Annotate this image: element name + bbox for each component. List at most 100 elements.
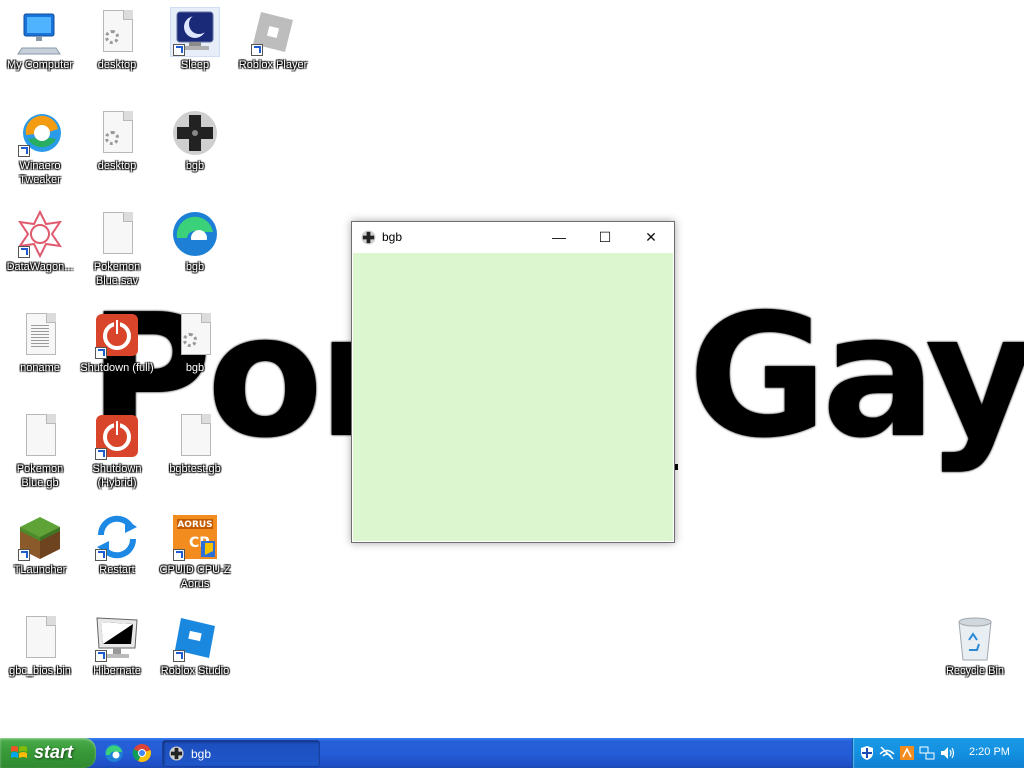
gamepad-dpad-icon (171, 109, 219, 157)
desktop-icon-desktop-ini-1[interactable]: desktop (77, 2, 157, 72)
icon-label: desktop (97, 59, 137, 71)
desktop-icon-roblox-studio[interactable]: Roblox Studio (155, 608, 235, 678)
gamepad-dpad-icon (169, 746, 184, 761)
shortcut-arrow-icon (95, 347, 107, 359)
icon-label: Shutdown (full) (80, 362, 154, 374)
shortcut-arrow-icon (173, 44, 185, 56)
desktop-icon-restart[interactable]: Restart (77, 507, 157, 577)
desktop-icon-bgb[interactable]: bgb (155, 103, 235, 173)
icon-label: CPUID CPU-Z Aorus (159, 564, 231, 590)
shortcut-arrow-icon (173, 650, 185, 662)
desktop-icon-pokemon-blue-gb[interactable]: Pokemon Blue.gb (0, 406, 80, 490)
shortcut-arrow-icon (18, 145, 30, 157)
emulator-screen[interactable] (353, 253, 673, 541)
desktop-icon-edge-bgb[interactable]: bgb (155, 204, 235, 274)
icon-label: Winaero Tweaker (19, 160, 61, 186)
window-title: bgb (382, 230, 403, 244)
star-badge-icon (16, 209, 64, 259)
svg-text:AORUS: AORUS (177, 520, 212, 530)
security-shield-icon[interactable] (859, 745, 875, 761)
shortcut-arrow-icon (251, 44, 263, 56)
taskbar-button-bgb[interactable]: bgb (162, 740, 320, 767)
icon-label: Shutdown (Hybrid) (92, 463, 142, 489)
chrome-browser-icon[interactable] (132, 743, 152, 763)
desktop-icon-bgb-config[interactable]: bgb (155, 305, 235, 375)
desktop-icon-sleep[interactable]: Sleep (155, 2, 235, 72)
desktop-icon-pokemon-blue-sav[interactable]: Pokemon Blue.sav (77, 204, 157, 288)
volume-icon[interactable] (939, 745, 955, 761)
desktop-icon-datawagon[interactable]: DataWagon... (0, 204, 80, 274)
computer-icon (16, 8, 64, 56)
edge-browser-icon (171, 210, 219, 258)
app-tray-icon[interactable] (899, 745, 915, 761)
icon-label: bgbtest.gb (169, 463, 221, 475)
desktop-icon-shutdown-full[interactable]: Shutdown (full) (77, 305, 157, 375)
desktop-icon-tlauncher[interactable]: TLauncher (0, 507, 80, 577)
recycle-bin-icon (951, 614, 999, 662)
gamepad-dpad-icon (361, 230, 376, 245)
maximize-button[interactable]: ☐ (582, 222, 628, 252)
edge-browser-icon[interactable] (104, 743, 124, 763)
icon-label: Roblox Player (238, 59, 308, 71)
desktop-icon-winaero-tweaker[interactable]: Winaero Tweaker (0, 103, 80, 187)
shortcut-arrow-icon (173, 549, 185, 561)
minecraft-grass-block-icon (16, 513, 64, 561)
wallpaper-text-right: Gay (688, 278, 1024, 476)
icon-label: Sleep (180, 59, 210, 71)
desktop-icon-bgbtest[interactable]: bgbtest.gb (155, 406, 235, 476)
shortcut-arrow-icon (18, 549, 30, 561)
window-titlebar[interactable]: bgb — ☐ ✕ (352, 222, 674, 253)
icon-label: desktop (97, 160, 137, 172)
power-icon (93, 311, 141, 359)
desktop-icon-my-computer[interactable]: My Computer (0, 2, 80, 72)
settings-file-icon (93, 109, 141, 157)
windows-flag-icon (11, 746, 27, 758)
desktop-icon-roblox-player[interactable]: Roblox Player (233, 2, 313, 72)
blank-file-icon (16, 614, 64, 662)
clock[interactable]: 2:20 PM (969, 746, 1010, 758)
icon-label: Pokemon Blue.gb (16, 463, 64, 489)
icon-label: bgb (185, 261, 205, 273)
icon-label: Roblox Studio (160, 665, 230, 677)
icon-label: My Computer (6, 59, 74, 71)
desktop-icon-shutdown-hybrid[interactable]: Shutdown (Hybrid) (77, 406, 157, 490)
desktop-icon-hibernate[interactable]: Hibernate (77, 608, 157, 678)
desktop-icon-desktop-ini-2[interactable]: desktop (77, 103, 157, 173)
winaero-icon (16, 109, 64, 157)
start-button[interactable]: start (0, 738, 96, 768)
roblox-studio-icon (171, 614, 219, 662)
moon-monitor-icon (170, 7, 220, 57)
shortcut-arrow-icon (95, 650, 107, 662)
shortcut-arrow-icon (95, 549, 107, 561)
blank-file-icon (93, 210, 141, 258)
shortcut-arrow-icon (95, 448, 107, 460)
roblox-player-icon (249, 8, 297, 56)
icon-label: DataWagon... (6, 261, 74, 273)
icon-label: bgb (185, 362, 205, 374)
network-icon[interactable] (919, 745, 935, 761)
minimize-button[interactable]: — (536, 222, 582, 252)
network-disconnected-icon[interactable] (879, 745, 895, 761)
taskbar-button-label: bgb (191, 747, 212, 761)
icon-label: Pokemon Blue.sav (93, 261, 141, 287)
desktop-icon-gbc-bios[interactable]: gbc_bios.bin (0, 608, 80, 678)
icon-label: Recycle Bin (945, 665, 1005, 677)
taskbar: start bgb 2:20 PM (0, 738, 1024, 768)
desktop-icon-cpu-z[interactable]: AORUS CP CPUID CPU-Z Aorus (155, 507, 235, 591)
close-button[interactable]: ✕ (628, 222, 674, 252)
blank-file-icon (171, 412, 219, 460)
blank-file-icon (16, 412, 64, 460)
desktop-icon-recycle-bin[interactable]: Recycle Bin (935, 608, 1015, 678)
system-tray: 2:20 PM (852, 738, 1024, 768)
icon-label: noname (20, 362, 60, 374)
start-label: start (34, 742, 74, 762)
bgb-window[interactable]: bgb — ☐ ✕ (351, 221, 675, 543)
settings-file-icon (171, 311, 219, 359)
text-document-icon (16, 311, 64, 359)
icon-label: gbc_bios.bin (9, 665, 71, 677)
settings-file-icon (93, 8, 141, 56)
icon-label: TLauncher (13, 564, 67, 576)
shortcut-arrow-icon (18, 246, 30, 258)
icon-label: Restart (99, 564, 135, 576)
desktop-icon-noname[interactable]: noname (0, 305, 80, 375)
